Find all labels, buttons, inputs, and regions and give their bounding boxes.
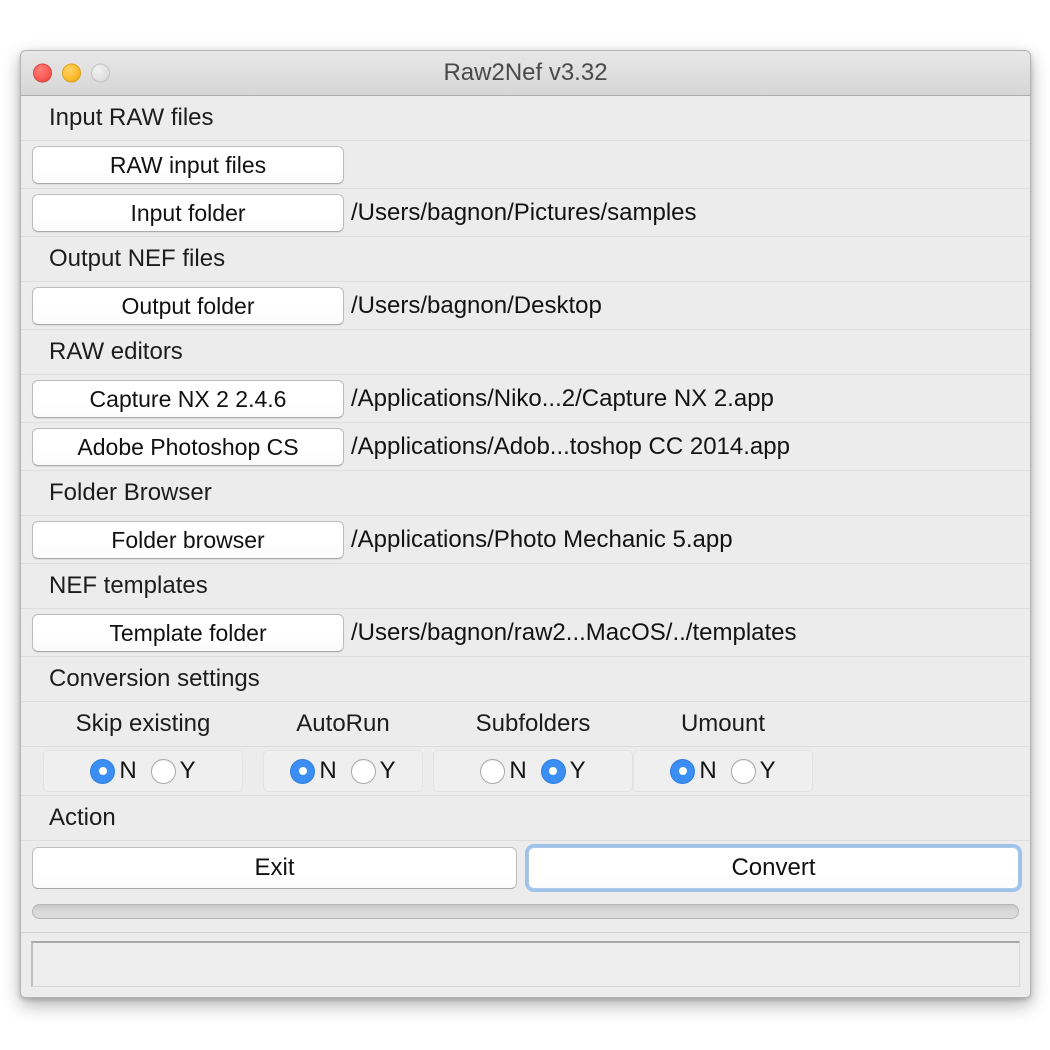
field-row-raw-input-files: RAW input files: [21, 141, 1030, 189]
radio-indicator-umount-y[interactable]: [730, 758, 756, 784]
radio-label-umount-y: Y: [759, 757, 776, 784]
input-folder-path: /Users/bagnon/Pictures/samples: [351, 199, 697, 226]
capture-nx-button[interactable]: Capture NX 2 2.4.6: [32, 380, 344, 418]
radio-autorun-y[interactable]: Y: [350, 757, 396, 784]
input-folder-button[interactable]: Input folder: [32, 194, 344, 232]
capture-nx-path: /Applications/Niko...2/Capture NX 2.app: [351, 385, 774, 412]
convert-button[interactable]: Convert: [528, 847, 1019, 889]
field-row-input-folder: Input folder /Users/bagnon/Pictures/samp…: [21, 189, 1030, 237]
field-row-photoshop: Adobe Photoshop CS /Applications/Adob...…: [21, 423, 1030, 471]
section-label-action: Action: [49, 804, 116, 831]
radio-indicator-umount-n[interactable]: [670, 758, 696, 784]
radio-autorun-n[interactable]: N: [290, 757, 337, 784]
radio-label-umount-n: N: [699, 757, 717, 784]
radio-subfolders-y[interactable]: Y: [540, 757, 586, 784]
radio-label-skip-existing-y: Y: [179, 757, 196, 784]
folder-browser-path: /Applications/Photo Mechanic 5.app: [351, 526, 733, 553]
section-label-output-nef-files: Output NEF files: [49, 245, 226, 272]
option-label-umount: Umount: [680, 710, 766, 737]
radio-indicator-subfolders-n[interactable]: [480, 758, 506, 784]
field-row-capture-nx: Capture NX 2 2.4.6 /Applications/Niko...…: [21, 375, 1030, 423]
conversion-options-labels: Skip existing AutoRun Subfolders Umount: [21, 702, 1030, 747]
section-label-raw-editors: RAW editors: [49, 338, 183, 365]
radio-umount-n[interactable]: N: [670, 757, 717, 784]
section-header-raw-editors: RAW editors: [21, 330, 1030, 375]
raw-input-files-button[interactable]: RAW input files: [32, 146, 344, 184]
radio-label-subfolders-n: N: [509, 757, 527, 784]
title-bar: Raw2Nef v3.32: [21, 51, 1030, 96]
section-header-nef-templates: NEF templates: [21, 564, 1030, 609]
field-row-folder-browser: Folder browser /Applications/Photo Mecha…: [21, 516, 1030, 564]
photoshop-path: /Applications/Adob...toshop CC 2014.app: [351, 433, 790, 460]
section-header-conversion-settings: Conversion settings: [21, 657, 1030, 702]
progress-row: [21, 895, 1030, 933]
status-row: [21, 933, 1030, 993]
field-row-template-folder: Template folder /Users/bagnon/raw2...Mac…: [21, 609, 1030, 657]
radio-label-subfolders-y: Y: [569, 757, 586, 784]
radio-group-umount: NY: [633, 750, 813, 792]
section-header-input-raw-files: Input RAW files: [21, 96, 1030, 141]
radio-indicator-skip-existing-n[interactable]: [90, 758, 116, 784]
window-title: Raw2Nef v3.32: [443, 59, 608, 86]
radio-umount-y[interactable]: Y: [730, 757, 776, 784]
section-header-output-nef-files: Output NEF files: [21, 237, 1030, 282]
window-body: Input RAW files RAW input files Input fo…: [21, 96, 1030, 993]
photoshop-button[interactable]: Adobe Photoshop CS: [32, 428, 344, 466]
radio-label-autorun-y: Y: [379, 757, 396, 784]
action-buttons-row: Exit Convert: [21, 841, 1030, 895]
progress-bar: [32, 904, 1019, 919]
field-row-output-folder: Output folder /Users/bagnon/Desktop: [21, 282, 1030, 330]
template-folder-button[interactable]: Template folder: [32, 614, 344, 652]
option-label-autorun: AutoRun: [296, 710, 390, 737]
output-folder-path: /Users/bagnon/Desktop: [351, 292, 602, 319]
radio-indicator-autorun-n[interactable]: [290, 758, 316, 784]
section-header-folder-browser: Folder Browser: [21, 471, 1030, 516]
option-label-skip-existing: Skip existing: [75, 710, 211, 737]
radio-skip-existing-y[interactable]: Y: [150, 757, 196, 784]
conversion-options-radios: NYNYNYNY: [21, 747, 1030, 796]
exit-button[interactable]: Exit: [32, 847, 517, 889]
app-window: Raw2Nef v3.32 Input RAW files RAW input …: [20, 50, 1031, 998]
section-label-nef-templates: NEF templates: [49, 572, 208, 599]
radio-indicator-autorun-y[interactable]: [350, 758, 376, 784]
radio-group-subfolders: NY: [433, 750, 633, 792]
folder-browser-button[interactable]: Folder browser: [32, 521, 344, 559]
radio-label-autorun-n: N: [319, 757, 337, 784]
status-log[interactable]: [31, 941, 1020, 987]
radio-group-skip-existing: NY: [43, 750, 243, 792]
section-header-action: Action: [21, 796, 1030, 841]
section-label-conversion-settings: Conversion settings: [49, 665, 260, 692]
output-folder-button[interactable]: Output folder: [32, 287, 344, 325]
radio-subfolders-n[interactable]: N: [480, 757, 527, 784]
section-label-input-raw-files: Input RAW files: [49, 104, 214, 131]
radio-label-skip-existing-n: N: [119, 757, 137, 784]
radio-indicator-skip-existing-y[interactable]: [150, 758, 176, 784]
radio-group-autorun: NY: [263, 750, 423, 792]
radio-indicator-subfolders-y[interactable]: [540, 758, 566, 784]
radio-skip-existing-n[interactable]: N: [90, 757, 137, 784]
template-folder-path: /Users/bagnon/raw2...MacOS/../templates: [351, 619, 797, 646]
section-label-folder-browser: Folder Browser: [49, 479, 212, 506]
option-label-subfolders: Subfolders: [475, 710, 591, 737]
